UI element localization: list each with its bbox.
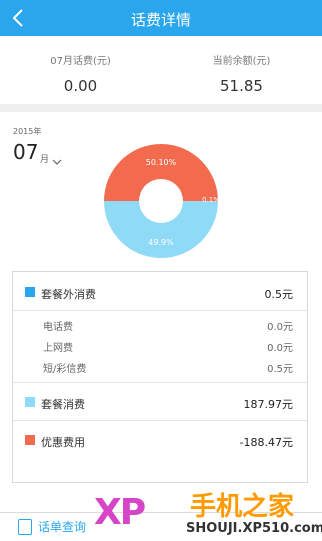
discount-label: 优惠费用 <box>41 436 85 449</box>
usage-donut-chart: 50.10% 49.9% 0.1% <box>104 144 220 259</box>
watermark-url: SHOUJI.XP510.com <box>186 521 322 536</box>
package-fee-dot <box>25 397 35 407</box>
detail-list: 套餐外消费 0.5元 电话费 0.0元 上网费 0.0元 短/彩信费 0.5元 … <box>12 271 308 483</box>
extra-fee-value: 0.5元 <box>264 288 294 301</box>
divider <box>13 310 307 311</box>
package-fee-label: 套餐消费 <box>41 398 85 411</box>
donut-label-top: 50.10% <box>146 158 177 167</box>
sms-fee-value: 0.5元 <box>267 364 293 375</box>
donut-segment-top <box>104 144 218 202</box>
data-fee-label: 上网费 <box>43 343 73 354</box>
detail-card: 2015年 07 月 50.10% 49.9% 0.1% 套餐外消费 0.5元 … <box>0 112 322 512</box>
document-icon <box>18 519 32 535</box>
phone-fee-value: 0.0元 <box>267 322 293 333</box>
donut-label-bottom: 49.9% <box>148 238 174 247</box>
balance-label: 当前余额(元) <box>212 56 271 67</box>
package-fee-value: 187.97元 <box>243 398 294 411</box>
month-selector[interactable]: 07 <box>13 140 38 164</box>
donut-label-small: 0.1% <box>202 196 220 204</box>
watermark-brand: 手机之家 <box>190 492 295 522</box>
year-label: 2015年 <box>13 127 42 136</box>
month-unit: 月 <box>40 155 50 165</box>
call-log-query-button[interactable]: 话单查询 <box>38 518 86 535</box>
extra-fee-dot <box>25 287 35 297</box>
discount-dot <box>25 435 35 445</box>
page-title: 话费详情 <box>130 11 191 29</box>
divider <box>13 420 307 421</box>
divider <box>13 382 307 383</box>
sms-fee-label: 短/彩信费 <box>43 364 87 375</box>
month-fee-label: 07月话费(元) <box>50 56 111 67</box>
balance-value: 51.85 <box>220 77 263 95</box>
phone-fee-label: 电话费 <box>43 322 73 333</box>
data-fee-value: 0.0元 <box>267 343 293 354</box>
month-fee-block: 07月话费(元) 0.00 <box>0 36 161 104</box>
donut-segment-bottom <box>104 201 218 259</box>
extra-fee-label: 套餐外消费 <box>41 288 96 301</box>
app-header: 话费详情 <box>0 0 322 36</box>
balance-block: 当前余额(元) 51.85 <box>161 36 322 104</box>
fee-summary: 07月话费(元) 0.00 当前余额(元) 51.85 <box>0 36 322 104</box>
chevron-down-icon[interactable] <box>52 151 62 170</box>
month-fee-value: 0.00 <box>63 77 98 95</box>
watermark-logo: XP <box>94 492 146 533</box>
discount-value: -188.47元 <box>239 436 293 449</box>
